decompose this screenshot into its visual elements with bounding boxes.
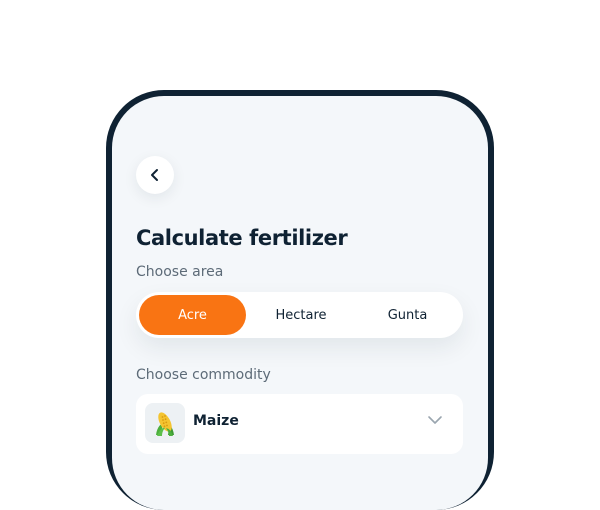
chevron-down-icon [428, 416, 442, 424]
chevron-left-icon [151, 169, 158, 181]
back-button[interactable] [136, 156, 174, 194]
choose-commodity-label: Choose commodity [136, 367, 271, 383]
choose-area-label: Choose area [136, 264, 224, 280]
commodity-thumbnail [145, 403, 185, 443]
area-option-hectare[interactable]: Hectare [248, 295, 354, 335]
phone-screen: Calculate fertilizer Choose area Acre He… [112, 96, 488, 510]
area-unit-selector: Acre Hectare Gunta [136, 292, 463, 338]
area-option-acre[interactable]: Acre [139, 295, 246, 335]
area-option-gunta[interactable]: Gunta [355, 295, 460, 335]
commodity-selected-value: Maize [193, 413, 239, 429]
page-title: Calculate fertilizer [136, 226, 348, 250]
phone-frame: Calculate fertilizer Choose area Acre He… [106, 90, 494, 510]
commodity-select[interactable]: Maize [136, 394, 463, 454]
corn-icon [156, 412, 174, 436]
